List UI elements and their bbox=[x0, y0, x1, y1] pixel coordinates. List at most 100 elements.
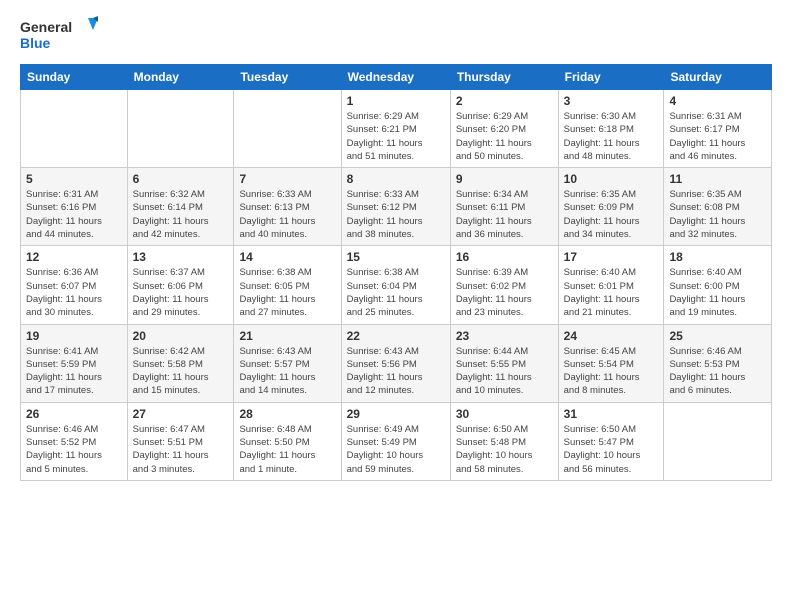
day-info: Sunrise: 6:44 AM Sunset: 5:55 PM Dayligh… bbox=[456, 345, 553, 398]
calendar-cell: 17 Sunrise: 6:40 AM Sunset: 6:01 PM Dayli… bbox=[558, 246, 664, 324]
day-info: Sunrise: 6:40 AM Sunset: 6:00 PM Dayligh… bbox=[669, 266, 766, 319]
calendar-cell: 14 Sunrise: 6:38 AM Sunset: 6:05 PM Dayli… bbox=[234, 246, 341, 324]
calendar-table: SundayMondayTuesdayWednesdayThursdayFrid… bbox=[20, 64, 772, 481]
calendar-body: 1 Sunrise: 6:29 AM Sunset: 6:21 PM Daylig… bbox=[21, 90, 772, 481]
day-info: Sunrise: 6:31 AM Sunset: 6:16 PM Dayligh… bbox=[26, 188, 122, 241]
day-number: 25 bbox=[669, 329, 766, 343]
day-number: 16 bbox=[456, 250, 553, 264]
day-number: 31 bbox=[564, 407, 659, 421]
calendar-cell: 12 Sunrise: 6:36 AM Sunset: 6:07 PM Dayli… bbox=[21, 246, 128, 324]
calendar-cell: 8Sunrise: 6:33 AM Sunset: 6:12 PM Daylig… bbox=[341, 168, 450, 246]
day-number: 3 bbox=[564, 94, 659, 108]
calendar-cell: 16 Sunrise: 6:39 AM Sunset: 6:02 PM Dayli… bbox=[450, 246, 558, 324]
calendar-cell bbox=[234, 90, 341, 168]
day-info: Sunrise: 6:43 AM Sunset: 5:57 PM Dayligh… bbox=[239, 345, 335, 398]
calendar-cell: 13Sunrise: 6:37 AM Sunset: 6:06 PM Dayli… bbox=[127, 246, 234, 324]
calendar-cell: 29 Sunrise: 6:49 AM Sunset: 5:49 PM Dayli… bbox=[341, 402, 450, 480]
day-info: Sunrise: 6:29 AM Sunset: 6:21 PM Dayligh… bbox=[347, 110, 445, 163]
day-info: Sunrise: 6:46 AM Sunset: 5:53 PM Dayligh… bbox=[669, 345, 766, 398]
calendar-cell: 23 Sunrise: 6:44 AM Sunset: 5:55 PM Dayli… bbox=[450, 324, 558, 402]
day-info: Sunrise: 6:38 AM Sunset: 6:05 PM Dayligh… bbox=[239, 266, 335, 319]
day-info: Sunrise: 6:40 AM Sunset: 6:01 PM Dayligh… bbox=[564, 266, 659, 319]
day-number: 12 bbox=[26, 250, 122, 264]
weekday-header: Sunday bbox=[21, 65, 128, 90]
day-info: Sunrise: 6:32 AM Sunset: 6:14 PM Dayligh… bbox=[133, 188, 229, 241]
day-number: 7 bbox=[239, 172, 335, 186]
svg-text:General: General bbox=[20, 19, 72, 35]
day-info: Sunrise: 6:37 AM Sunset: 6:06 PM Dayligh… bbox=[133, 266, 229, 319]
day-number: 6 bbox=[133, 172, 229, 186]
day-info: Sunrise: 6:36 AM Sunset: 6:07 PM Dayligh… bbox=[26, 266, 122, 319]
calendar-cell: 21Sunrise: 6:43 AM Sunset: 5:57 PM Dayli… bbox=[234, 324, 341, 402]
calendar-cell: 10 Sunrise: 6:35 AM Sunset: 6:09 PM Dayli… bbox=[558, 168, 664, 246]
calendar-cell: 25 Sunrise: 6:46 AM Sunset: 5:53 PM Dayli… bbox=[664, 324, 772, 402]
weekday-row: SundayMondayTuesdayWednesdayThursdayFrid… bbox=[21, 65, 772, 90]
day-info: Sunrise: 6:49 AM Sunset: 5:49 PM Dayligh… bbox=[347, 423, 445, 476]
day-number: 23 bbox=[456, 329, 553, 343]
weekday-header: Thursday bbox=[450, 65, 558, 90]
day-number: 14 bbox=[239, 250, 335, 264]
calendar-cell: 27 Sunrise: 6:47 AM Sunset: 5:51 PM Dayli… bbox=[127, 402, 234, 480]
day-info: Sunrise: 6:33 AM Sunset: 6:13 PM Dayligh… bbox=[239, 188, 335, 241]
logo-svg: General Blue bbox=[20, 16, 100, 54]
day-info: Sunrise: 6:41 AM Sunset: 5:59 PM Dayligh… bbox=[26, 345, 122, 398]
calendar-cell: 31 Sunrise: 6:50 AM Sunset: 5:47 PM Dayli… bbox=[558, 402, 664, 480]
day-info: Sunrise: 6:43 AM Sunset: 5:56 PM Dayligh… bbox=[347, 345, 445, 398]
calendar-cell: 9Sunrise: 6:34 AM Sunset: 6:11 PM Daylig… bbox=[450, 168, 558, 246]
calendar-cell: 5 Sunrise: 6:31 AM Sunset: 6:16 PM Daylig… bbox=[21, 168, 128, 246]
weekday-header: Friday bbox=[558, 65, 664, 90]
day-number: 10 bbox=[564, 172, 659, 186]
calendar-week-row: 19Sunrise: 6:41 AM Sunset: 5:59 PM Dayli… bbox=[21, 324, 772, 402]
day-info: Sunrise: 6:50 AM Sunset: 5:47 PM Dayligh… bbox=[564, 423, 659, 476]
calendar-cell bbox=[127, 90, 234, 168]
calendar-cell bbox=[21, 90, 128, 168]
calendar-cell: 7 Sunrise: 6:33 AM Sunset: 6:13 PM Daylig… bbox=[234, 168, 341, 246]
day-number: 22 bbox=[347, 329, 445, 343]
svg-text:Blue: Blue bbox=[20, 35, 51, 51]
day-number: 15 bbox=[347, 250, 445, 264]
calendar-cell: 6 Sunrise: 6:32 AM Sunset: 6:14 PM Daylig… bbox=[127, 168, 234, 246]
calendar-week-row: 26 Sunrise: 6:46 AM Sunset: 5:52 PM Dayli… bbox=[21, 402, 772, 480]
calendar-cell: 18 Sunrise: 6:40 AM Sunset: 6:00 PM Dayli… bbox=[664, 246, 772, 324]
weekday-header: Tuesday bbox=[234, 65, 341, 90]
calendar-cell: 2Sunrise: 6:29 AM Sunset: 6:20 PM Daylig… bbox=[450, 90, 558, 168]
day-info: Sunrise: 6:47 AM Sunset: 5:51 PM Dayligh… bbox=[133, 423, 229, 476]
day-info: Sunrise: 6:33 AM Sunset: 6:12 PM Dayligh… bbox=[347, 188, 445, 241]
page: General Blue SundayMondayTuesdayWednesda… bbox=[0, 0, 792, 612]
day-info: Sunrise: 6:30 AM Sunset: 6:18 PM Dayligh… bbox=[564, 110, 659, 163]
day-info: Sunrise: 6:48 AM Sunset: 5:50 PM Dayligh… bbox=[239, 423, 335, 476]
day-number: 2 bbox=[456, 94, 553, 108]
calendar-cell: 22 Sunrise: 6:43 AM Sunset: 5:56 PM Dayli… bbox=[341, 324, 450, 402]
day-number: 24 bbox=[564, 329, 659, 343]
day-info: Sunrise: 6:34 AM Sunset: 6:11 PM Dayligh… bbox=[456, 188, 553, 241]
calendar-cell: 24 Sunrise: 6:45 AM Sunset: 5:54 PM Dayli… bbox=[558, 324, 664, 402]
day-number: 27 bbox=[133, 407, 229, 421]
day-info: Sunrise: 6:31 AM Sunset: 6:17 PM Dayligh… bbox=[669, 110, 766, 163]
calendar-week-row: 1 Sunrise: 6:29 AM Sunset: 6:21 PM Daylig… bbox=[21, 90, 772, 168]
day-number: 26 bbox=[26, 407, 122, 421]
calendar-cell: 11 Sunrise: 6:35 AM Sunset: 6:08 PM Dayli… bbox=[664, 168, 772, 246]
day-info: Sunrise: 6:50 AM Sunset: 5:48 PM Dayligh… bbox=[456, 423, 553, 476]
day-number: 5 bbox=[26, 172, 122, 186]
day-number: 1 bbox=[347, 94, 445, 108]
weekday-header: Monday bbox=[127, 65, 234, 90]
day-info: Sunrise: 6:35 AM Sunset: 6:09 PM Dayligh… bbox=[564, 188, 659, 241]
calendar-cell bbox=[664, 402, 772, 480]
day-number: 11 bbox=[669, 172, 766, 186]
day-number: 20 bbox=[133, 329, 229, 343]
day-number: 29 bbox=[347, 407, 445, 421]
day-info: Sunrise: 6:38 AM Sunset: 6:04 PM Dayligh… bbox=[347, 266, 445, 319]
day-number: 17 bbox=[564, 250, 659, 264]
calendar-cell: 15 Sunrise: 6:38 AM Sunset: 6:04 PM Dayli… bbox=[341, 246, 450, 324]
day-number: 30 bbox=[456, 407, 553, 421]
calendar-header: SundayMondayTuesdayWednesdayThursdayFrid… bbox=[21, 65, 772, 90]
day-info: Sunrise: 6:45 AM Sunset: 5:54 PM Dayligh… bbox=[564, 345, 659, 398]
day-info: Sunrise: 6:46 AM Sunset: 5:52 PM Dayligh… bbox=[26, 423, 122, 476]
day-number: 18 bbox=[669, 250, 766, 264]
logo: General Blue bbox=[20, 16, 100, 54]
weekday-header: Wednesday bbox=[341, 65, 450, 90]
day-info: Sunrise: 6:35 AM Sunset: 6:08 PM Dayligh… bbox=[669, 188, 766, 241]
day-info: Sunrise: 6:39 AM Sunset: 6:02 PM Dayligh… bbox=[456, 266, 553, 319]
header: General Blue bbox=[20, 16, 772, 54]
calendar-cell: 30 Sunrise: 6:50 AM Sunset: 5:48 PM Dayli… bbox=[450, 402, 558, 480]
